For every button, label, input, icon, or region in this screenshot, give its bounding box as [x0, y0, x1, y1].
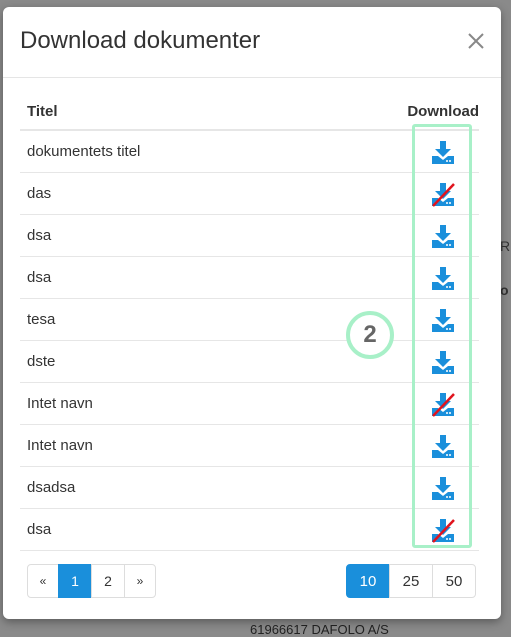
- background-bottom-text: 61966617 DAFOLO A/S: [250, 622, 389, 637]
- pagination-next[interactable]: »: [124, 564, 156, 598]
- table-row: Intet navn: [20, 425, 479, 467]
- pagination-page-2[interactable]: 2: [91, 564, 125, 598]
- document-title: dsadsa: [27, 479, 76, 496]
- table-row: dste: [20, 341, 479, 383]
- download-icon[interactable]: [430, 307, 456, 333]
- table-row: Intet navn: [20, 383, 479, 425]
- background-fragment: R: [500, 238, 511, 254]
- download-documents-modal: Download dokumenter Titel Download dokum…: [3, 7, 501, 619]
- document-title: dsa: [27, 227, 52, 244]
- document-title: Intet navn: [27, 395, 93, 412]
- pagination: « 1 2 »: [27, 564, 156, 598]
- document-title: dsa: [27, 521, 52, 538]
- document-title: Intet navn: [27, 437, 93, 454]
- document-title: das: [27, 185, 52, 202]
- table-row: dsa: [20, 257, 479, 299]
- modal-title: Download dokumenter: [20, 27, 261, 54]
- table-row: das: [20, 173, 479, 215]
- page-size-50[interactable]: 50: [432, 564, 476, 598]
- table-header: Titel Download: [20, 93, 479, 131]
- download-icon[interactable]: [430, 433, 456, 459]
- table-row: dokumentets titel: [20, 131, 479, 173]
- download-icon[interactable]: [430, 265, 456, 291]
- table-row: dsa: [20, 215, 479, 257]
- table-row: tesa: [20, 299, 479, 341]
- page-size-10[interactable]: 10: [346, 564, 390, 598]
- table-row: dsadsa: [20, 467, 479, 509]
- column-header-title: Titel: [27, 103, 58, 120]
- close-icon[interactable]: [465, 30, 487, 52]
- document-title: dste: [27, 353, 56, 370]
- table-row: dsa: [20, 509, 479, 551]
- download-icon[interactable]: [430, 349, 456, 375]
- download-disabled-icon: [430, 391, 456, 417]
- pagination-page-1[interactable]: 1: [58, 564, 92, 598]
- download-icon[interactable]: [430, 223, 456, 249]
- download-disabled-icon: [430, 181, 456, 207]
- download-icon[interactable]: [430, 475, 456, 501]
- document-title: dsa: [27, 269, 52, 286]
- document-title: tesa: [27, 311, 56, 328]
- document-title: dokumentets titel: [27, 143, 141, 160]
- download-icon[interactable]: [430, 139, 456, 165]
- download-disabled-icon: [430, 517, 456, 543]
- page-size-25[interactable]: 25: [389, 564, 433, 598]
- annotation-badge: 2: [346, 311, 394, 359]
- background-fragment: o: [500, 282, 509, 298]
- documents-table: Titel Download dokumentets titel das dsa ds…: [20, 93, 479, 551]
- column-header-download: Download: [407, 103, 479, 120]
- table-body: dokumentets titel das dsa dsa tesa dste Intet …: [20, 131, 479, 551]
- modal-header: Download dokumenter: [3, 7, 501, 78]
- pagination-prev[interactable]: «: [27, 564, 59, 598]
- page-size-selector: 10 25 50: [346, 564, 476, 598]
